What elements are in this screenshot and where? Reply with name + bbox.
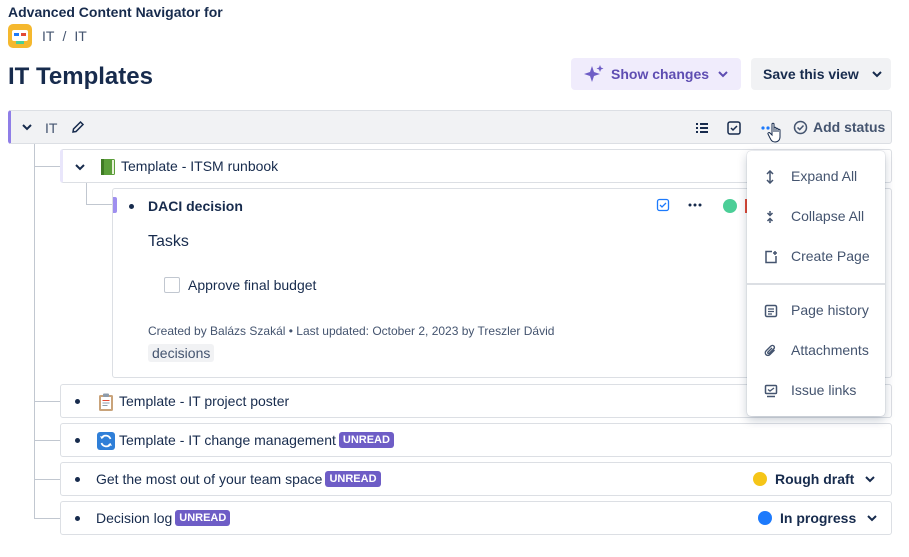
tasks-heading: Tasks [148, 233, 189, 250]
chevron-down-icon [865, 476, 876, 483]
page-title: IT Templates [8, 63, 153, 90]
menu-item-attachments[interactable]: Attachments [747, 331, 885, 371]
sparkle-icon [584, 65, 604, 82]
row-title-wrap: Get the most out of your team space UNRE… [96, 471, 381, 487]
status-label: In progress [780, 510, 857, 526]
menu-item-label: Page history [791, 302, 869, 318]
checkbox-icon[interactable] [726, 120, 742, 136]
breadcrumb-item-page[interactable]: IT [74, 28, 86, 44]
expand-icon [766, 170, 774, 184]
bullet [75, 438, 80, 443]
row-title-wrap: Decision log UNREAD [96, 510, 231, 526]
tree-row-get-the-most[interactable]: Get the most out of your team space UNRE… [60, 462, 892, 496]
list-icon[interactable] [694, 120, 710, 136]
row-title[interactable]: Template - IT change management [119, 432, 336, 448]
menu-divider [747, 283, 885, 285]
issue-links-icon [764, 384, 778, 398]
row-title[interactable]: Decision log [96, 510, 172, 526]
clipboard-icon [99, 393, 113, 411]
menu-item-label: Create Page [791, 248, 870, 264]
bullet [75, 516, 80, 521]
menu-item-issue-links[interactable]: Issue links [747, 371, 885, 411]
status-selector[interactable]: In progress [758, 510, 878, 526]
unread-badge: UNREAD [175, 510, 231, 526]
chevron-down-icon[interactable] [21, 121, 33, 133]
green-book-icon [101, 159, 115, 175]
create-page-icon [765, 250, 777, 264]
attachment-icon [764, 344, 776, 357]
unread-badge: UNREAD [338, 432, 394, 448]
tree-row-change-management[interactable]: Template - IT change management UNREAD [60, 423, 892, 457]
pencil-icon[interactable] [71, 120, 85, 134]
bullet [75, 477, 80, 482]
row-title[interactable]: Get the most out of your team space [96, 471, 322, 487]
bullet [129, 204, 134, 209]
chevron-down-icon [718, 71, 728, 78]
add-status-label: Add status [813, 119, 886, 135]
show-changes-label: Show changes [611, 66, 710, 82]
unread-badge: UNREAD [325, 471, 381, 487]
menu-item-collapse-all[interactable]: Collapse All [747, 197, 885, 237]
collapse-icon [766, 211, 774, 223]
page-meta: Created by Balázs Szakál • Last updated:… [148, 324, 555, 338]
tree-row-decision-log[interactable]: Decision log UNREAD In progress [60, 501, 892, 535]
tree-line-vertical [86, 183, 87, 205]
status-dot [723, 199, 737, 213]
card-title[interactable]: DACI decision [148, 198, 243, 214]
chevron-down-icon [867, 515, 877, 522]
tree-line-branch [34, 401, 60, 402]
bullet [75, 399, 80, 404]
refresh-icon [97, 432, 115, 450]
tree-line-branch [34, 166, 60, 167]
app-title: Advanced Content Navigator for [8, 4, 223, 20]
tree-line-branch [34, 518, 60, 519]
hand-cursor-icon [767, 122, 781, 143]
checkbox-icon[interactable] [656, 198, 670, 212]
row-title-wrap: Template - IT change management UNREAD [119, 432, 394, 448]
task-item[interactable]: Approve final budget [164, 277, 316, 293]
check-circle-icon [793, 120, 808, 134]
tree-line-branch [86, 204, 112, 205]
save-view-button[interactable]: Save this view [751, 58, 891, 90]
root-row[interactable]: IT Add status [8, 110, 892, 144]
menu-item-create-page[interactable]: Create Page [747, 237, 885, 277]
menu-item-label: Attachments [791, 342, 869, 358]
app-logo-icon [8, 24, 32, 48]
label-chip[interactable]: decisions [148, 344, 215, 362]
more-horizontal-icon[interactable] [687, 198, 703, 212]
menu-item-page-history[interactable]: Page history [747, 291, 885, 331]
chevron-down-icon [872, 71, 882, 78]
save-view-label: Save this view [763, 66, 859, 82]
breadcrumb-item-space[interactable]: IT [42, 28, 54, 44]
tree-line-vertical [34, 144, 35, 518]
page-history-icon [764, 304, 778, 318]
root-label: IT [45, 120, 58, 136]
show-changes-button[interactable]: Show changes [571, 58, 741, 90]
breadcrumb-separator: / [62, 28, 67, 44]
status-dot-blue [758, 511, 772, 525]
tree-line-branch [34, 479, 60, 480]
breadcrumb: IT / IT [42, 28, 87, 44]
chevron-down-icon[interactable] [74, 161, 86, 173]
card-accent [113, 197, 117, 213]
row-title[interactable]: Template - ITSM runbook [121, 158, 278, 174]
menu-item-label: Issue links [791, 382, 857, 398]
tree-line-branch [34, 440, 60, 441]
status-label: Rough draft [775, 471, 855, 487]
menu-item-label: Expand All [791, 168, 858, 184]
row-title[interactable]: Template - IT project poster [119, 393, 289, 409]
more-actions-menu: Expand All Collapse All Create Page Page… [747, 151, 885, 416]
task-label: Approve final budget [188, 277, 317, 293]
menu-item-expand-all[interactable]: Expand All [747, 157, 885, 197]
menu-item-label: Collapse All [791, 208, 865, 224]
add-status-button[interactable]: Add status [793, 119, 885, 135]
status-selector[interactable]: Rough draft [753, 471, 876, 487]
status-dot-yellow [753, 472, 767, 486]
task-checkbox[interactable] [164, 277, 180, 293]
